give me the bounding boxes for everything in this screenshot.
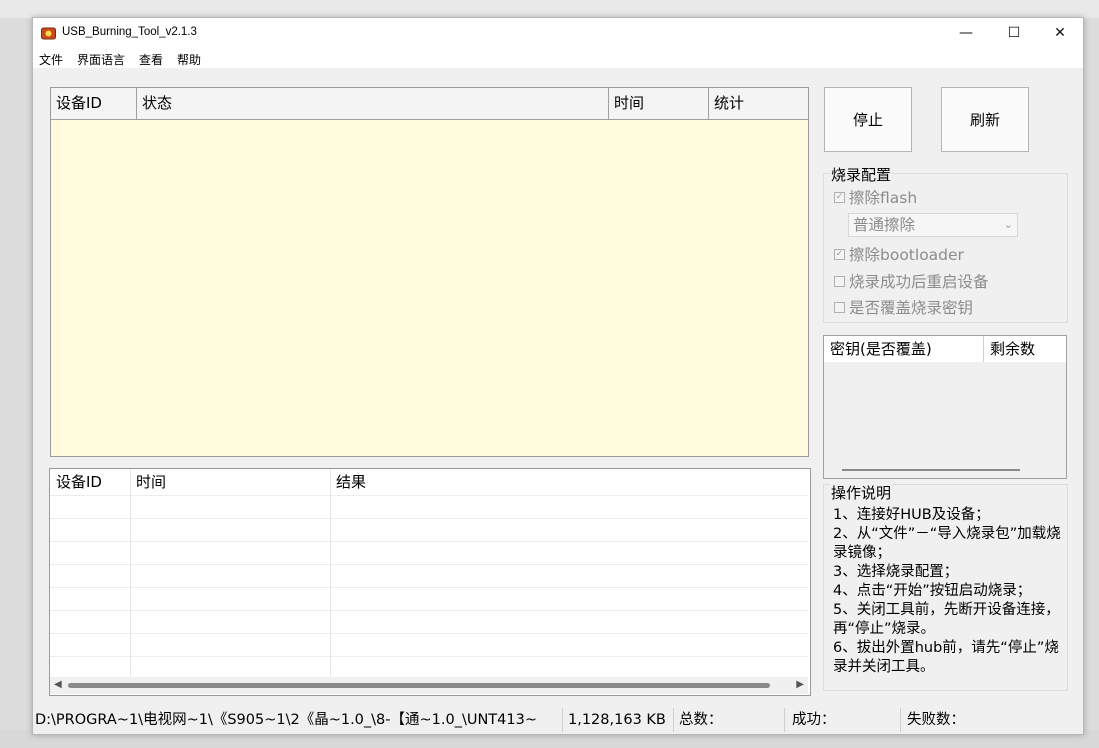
- status-size: 1,128,163 KB: [564, 708, 674, 732]
- refresh-button[interactable]: 刷新: [941, 87, 1029, 152]
- status-failed: 失败数：: [907, 712, 965, 728]
- column-device-id[interactable]: 设备ID: [51, 88, 137, 119]
- column-status[interactable]: 状态: [137, 88, 609, 119]
- result-table[interactable]: 设备ID 时间 结果 ◀ ▶: [49, 468, 811, 696]
- minimize-button[interactable]: —: [943, 18, 989, 48]
- instructions-title: 操作说明: [830, 482, 893, 503]
- column-divider: [330, 469, 331, 677]
- overwrite-key-option[interactable]: 是否覆盖烧录密钥: [834, 297, 973, 317]
- erase-flash-label: 擦除flash: [849, 189, 918, 207]
- row-divider: [50, 587, 808, 588]
- status-bar: D:\PROGRA~1\电视网~1\《S905~1\2《晶~1.0_\8-【通~…: [33, 708, 1083, 734]
- scrollbar-thumb[interactable]: [68, 683, 770, 688]
- menu-view[interactable]: 查看: [139, 51, 163, 68]
- app-window: USB_Burning_Tool_v2.1.3 — ☐ ✕ 文件 界面语言 查看…: [32, 17, 1084, 735]
- status-success: 成功：: [788, 708, 901, 732]
- close-button[interactable]: ✕: [1037, 18, 1083, 48]
- desktop-background-top: [0, 0, 1099, 18]
- erase-bootloader-checkbox[interactable]: ✓: [834, 248, 845, 260]
- row-divider: [50, 518, 808, 519]
- app-logo-icon: [41, 25, 56, 40]
- menu-bar: 文件 界面语言 查看 帮助: [33, 48, 1083, 68]
- key-table[interactable]: 密钥(是否覆盖) 剩余数: [823, 335, 1067, 479]
- window-title: USB_Burning_Tool_v2.1.3: [62, 26, 197, 38]
- device-table-header: 设备ID 状态 时间 统计: [51, 88, 808, 120]
- key-column-remaining[interactable]: 剩余数: [984, 336, 1066, 362]
- status-path: D:\PROGRA~1\电视网~1\《S905~1\2《晶~1.0_\8-【通~…: [33, 708, 563, 732]
- title-bar: USB_Burning_Tool_v2.1.3 — ☐ ✕: [33, 18, 1083, 48]
- menu-language[interactable]: 界面语言: [77, 51, 125, 68]
- row-divider: [50, 541, 808, 542]
- menu-file[interactable]: 文件: [39, 51, 63, 68]
- erase-mode-value: 普通擦除: [853, 216, 916, 234]
- horizontal-scrollbar[interactable]: ◀ ▶: [50, 677, 808, 694]
- row-divider: [50, 656, 808, 657]
- erase-flash-option[interactable]: ✓ 擦除flash: [834, 187, 917, 207]
- row-divider: [50, 610, 808, 611]
- stop-button[interactable]: 停止: [824, 87, 912, 152]
- device-table[interactable]: 设备ID 状态 时间 统计: [50, 87, 809, 457]
- overwrite-key-label: 是否覆盖烧录密钥: [849, 299, 974, 317]
- reboot-after-checkbox[interactable]: [834, 275, 845, 287]
- row-divider: [50, 633, 808, 634]
- overwrite-key-checkbox[interactable]: [834, 301, 845, 313]
- chevron-down-icon: ⌄: [1003, 218, 1013, 231]
- column-time[interactable]: 时间: [609, 88, 709, 119]
- erase-mode-select[interactable]: 普通擦除 ⌄: [848, 213, 1018, 237]
- maximize-button[interactable]: ☐: [991, 18, 1037, 48]
- erase-bootloader-label: 擦除bootloader: [849, 246, 964, 264]
- instructions-text: 1、连接好HUB及设备； 2、从“文件”－“导入烧录包”加载烧录镜像； 3、选择…: [833, 507, 1061, 675]
- reboot-after-label: 烧录成功后重启设备: [849, 273, 989, 291]
- scrollbar-thumb[interactable]: [842, 469, 1020, 471]
- key-table-scrollbar[interactable]: [824, 462, 1066, 478]
- burn-config-title: 烧录配置: [830, 164, 893, 185]
- column-stats[interactable]: 统计: [709, 88, 808, 119]
- key-column-key[interactable]: 密钥(是否覆盖): [824, 336, 984, 362]
- row-divider: [50, 495, 808, 496]
- scroll-right-icon[interactable]: ▶: [796, 679, 804, 690]
- erase-bootloader-option[interactable]: ✓ 擦除bootloader: [834, 244, 964, 264]
- column-divider: [130, 469, 131, 677]
- scroll-left-icon[interactable]: ◀: [54, 679, 62, 690]
- result-column-time[interactable]: 时间: [130, 469, 330, 495]
- reboot-after-option[interactable]: 烧录成功后重启设备: [834, 271, 989, 291]
- menu-help[interactable]: 帮助: [177, 51, 201, 68]
- result-column-result[interactable]: 结果: [330, 469, 730, 495]
- status-total: 总数：: [675, 708, 785, 732]
- erase-flash-checkbox[interactable]: ✓: [834, 191, 845, 203]
- result-column-device-id[interactable]: 设备ID: [50, 469, 130, 495]
- row-divider: [50, 564, 808, 565]
